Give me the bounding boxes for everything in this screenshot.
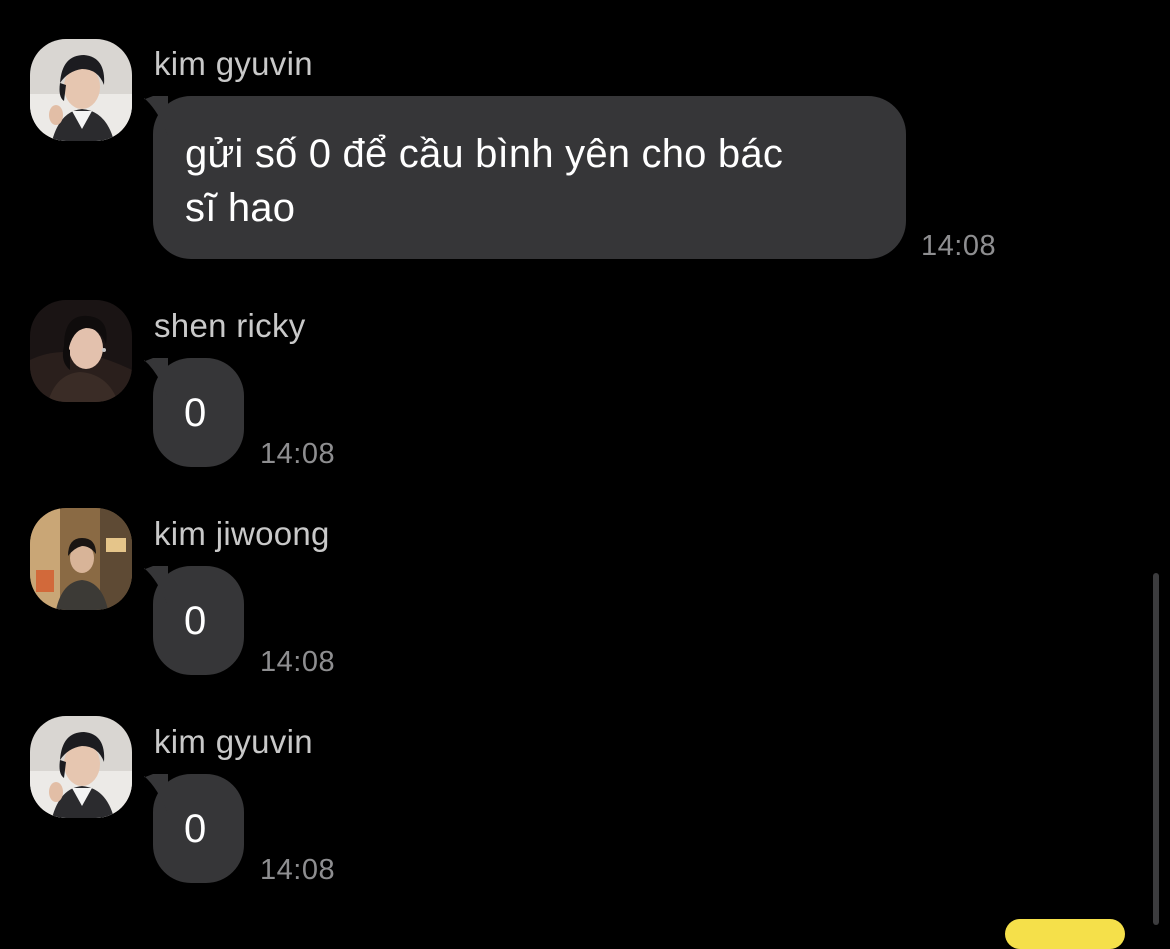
sender-name: shen ricky	[154, 307, 306, 344]
message-bubble[interactable]: 0	[144, 358, 244, 467]
bubble-tail-icon	[144, 96, 168, 136]
avatar-shen-ricky[interactable]	[30, 300, 132, 402]
bubble-tail-icon	[144, 774, 168, 814]
sender-name: kim gyuvin	[154, 45, 313, 82]
avatar-kim-gyuvin[interactable]	[30, 39, 132, 141]
profile-photo-icon	[30, 716, 132, 818]
message-bubble[interactable]: 0	[144, 774, 244, 883]
message-time: 14:08	[260, 646, 336, 678]
bubble-tail-icon	[144, 566, 168, 606]
scrollbar[interactable]	[1153, 573, 1159, 925]
bubble-tail-icon	[144, 358, 168, 398]
message-text-line: 0	[184, 599, 207, 643]
profile-photo-icon	[30, 39, 132, 141]
profile-photo-icon	[30, 300, 132, 402]
message-text-line: gửi số 0 để cầu bình yên cho bác	[185, 132, 784, 176]
message-time: 14:08	[260, 854, 336, 886]
message-time: 14:08	[921, 230, 997, 262]
message-text-line: sĩ hao	[185, 186, 296, 230]
message-time: 14:08	[260, 438, 336, 470]
avatar-kim-jiwoong[interactable]	[30, 508, 132, 610]
message-text-line: 0	[184, 807, 207, 851]
sender-name: kim gyuvin	[154, 723, 313, 760]
message-text-line: 0	[184, 391, 207, 435]
avatar-kim-gyuvin[interactable]	[30, 716, 132, 818]
sender-name: kim jiwoong	[154, 515, 330, 552]
message-bubble[interactable]: gửi số 0 để cầu bình yên cho bác sĩ hao	[144, 96, 906, 259]
profile-photo-icon	[30, 508, 132, 610]
message-bubble[interactable]: 0	[144, 566, 244, 675]
own-message-bubble[interactable]	[1005, 919, 1125, 949]
